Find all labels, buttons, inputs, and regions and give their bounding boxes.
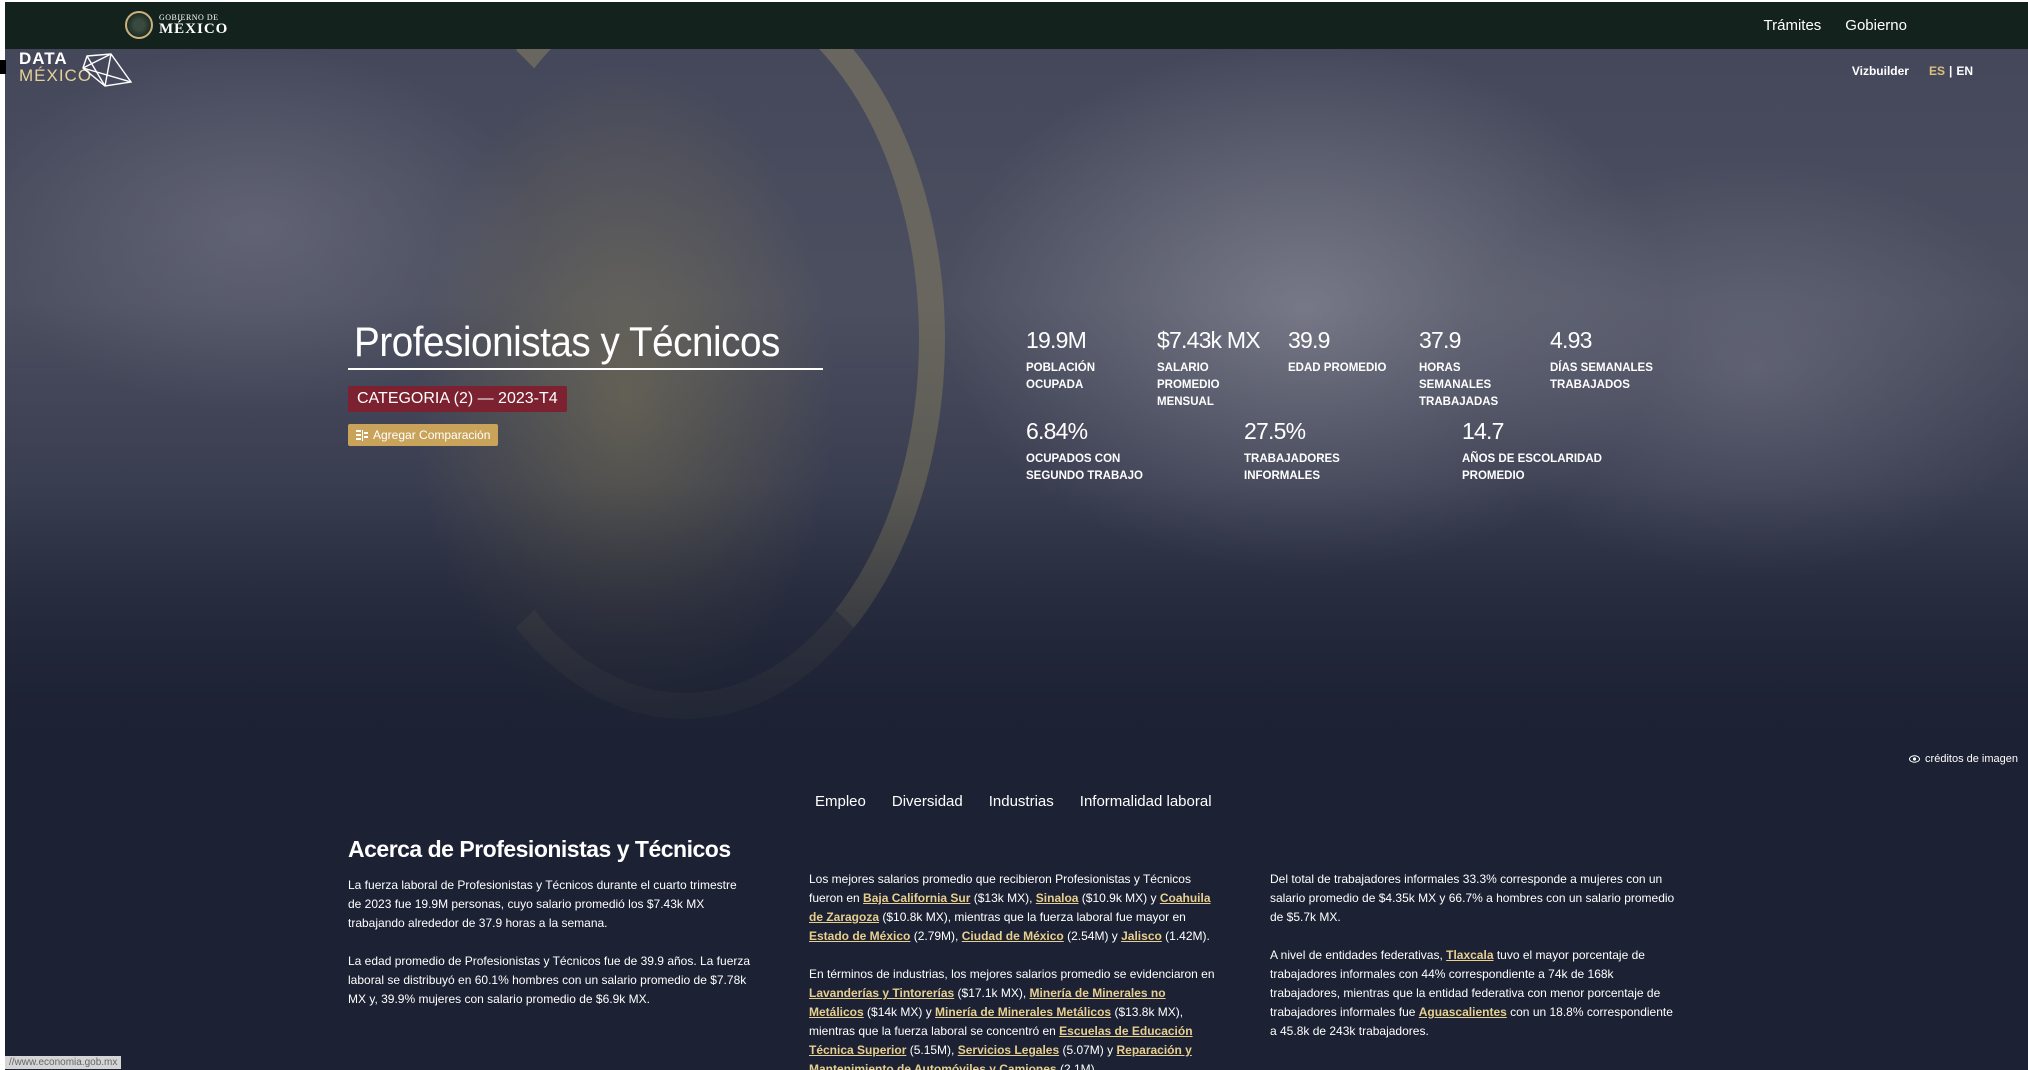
- stat-label: HORAS SEMANALES TRABAJADAS: [1419, 362, 1499, 408]
- text: (5.07M) y: [1059, 1043, 1117, 1057]
- text: (5.15M),: [906, 1043, 958, 1057]
- nav-tramites-link[interactable]: Trámites: [1764, 17, 1822, 34]
- stat-label: OCUPADOS CON SEGUNDO TRABAJO: [1026, 453, 1143, 482]
- about-column-1: La fuerza laboral de Profesionistas y Té…: [348, 876, 753, 1028]
- hero-overlay: [5, 49, 2028, 774]
- nav-gobierno-link[interactable]: Gobierno: [1845, 17, 1907, 34]
- vizbuilder-link[interactable]: Vizbuilder: [1852, 64, 1909, 78]
- profile-title-box: Profesionistas y Técnicos: [348, 318, 823, 370]
- stat-dias-semanales: 4.93 DÍAS SEMANALES TRABAJADOS: [1550, 327, 1660, 394]
- lang-en-link[interactable]: EN: [1956, 64, 1973, 78]
- tab-diversidad[interactable]: Diversidad: [892, 793, 963, 810]
- stat-horas-semanales: 37.9 HORAS SEMANALES TRABAJADAS: [1419, 327, 1509, 411]
- link-ciudad-de-mexico[interactable]: Ciudad de México: [962, 929, 1064, 943]
- link-sinaloa[interactable]: Sinaloa: [1036, 891, 1079, 905]
- government-nav: Trámites Gobierno: [1764, 17, 1908, 34]
- add-comparison-label: Agregar Comparación: [373, 428, 491, 442]
- text: A nivel de entidades federativas,: [1270, 948, 1447, 962]
- link-servicios-legales[interactable]: Servicios Legales: [958, 1043, 1059, 1057]
- profile-title: Profesionistas y Técnicos: [354, 318, 780, 365]
- link-aguascalientes[interactable]: Aguascalientes: [1419, 1005, 1507, 1019]
- text: ($10.8k MX), mientras que la fuerza labo…: [879, 910, 1186, 924]
- stat-value: 14.7: [1462, 418, 1504, 444]
- about-paragraph: A nivel de entidades federativas, Tlaxca…: [1270, 946, 1680, 1041]
- stat-trabajadores-informales: 27.5% TRABAJADORES INFORMALES: [1244, 418, 1364, 485]
- stat-value: 4.93: [1550, 327, 1592, 353]
- stat-value: 39.9: [1288, 327, 1330, 353]
- gobierno-de-mexico-logo[interactable]: GOBIERNO DE MÉXICO: [125, 11, 228, 39]
- link-lavanderias[interactable]: Lavanderías y Tintorerías: [809, 986, 954, 1000]
- tab-industrias[interactable]: Industrias: [989, 793, 1054, 810]
- stat-poblacion-ocupada: 19.9M POBLACIÓN OCUPADA: [1026, 327, 1116, 394]
- link-estado-de-mexico[interactable]: Estado de México: [809, 929, 910, 943]
- link-jalisco[interactable]: Jalisco: [1121, 929, 1162, 943]
- link-mineria-metalicos[interactable]: Minería de Minerales Metálicos: [935, 1005, 1111, 1019]
- compare-icon: [356, 429, 368, 441]
- text: ($17.1k MX),: [954, 986, 1030, 1000]
- hero-background-image: [5, 49, 2028, 774]
- lang-separator: |: [1948, 64, 1953, 78]
- tab-informalidad-laboral[interactable]: Informalidad laboral: [1080, 793, 1212, 810]
- about-paragraph: La fuerza laboral de Profesionistas y Té…: [348, 878, 737, 930]
- text: ($13k MX),: [970, 891, 1036, 905]
- stat-label: POBLACIÓN OCUPADA: [1026, 362, 1095, 391]
- logo-network-icon: [82, 53, 133, 87]
- national-emblem-icon: [125, 11, 153, 39]
- data-mexico-logo[interactable]: DATA MÉXICO: [19, 50, 133, 87]
- section-tabs: Empleo Diversidad Industrias Informalida…: [815, 793, 1212, 810]
- stat-value: 27.5%: [1244, 418, 1306, 444]
- stat-escolaridad: 14.7 AÑOS DE ESCOLARIDAD PROMEDIO: [1462, 418, 1612, 485]
- stat-value: $7.43k MX: [1157, 327, 1261, 353]
- text: (2.79M),: [910, 929, 962, 943]
- text: ($14k MX) y: [863, 1005, 936, 1019]
- edge-marker: [0, 60, 6, 74]
- stat-value: 37.9: [1419, 327, 1461, 353]
- about-paragraph: Del total de trabajadores informales 33.…: [1270, 872, 1675, 924]
- image-credits-label: créditos de imagen: [1925, 753, 2018, 765]
- eye-icon: [1909, 755, 1921, 763]
- about-paragraph: En términos de industrias, los mejores s…: [809, 965, 1219, 1070]
- lang-es-link[interactable]: ES: [1929, 64, 1945, 78]
- stat-edad-promedio: 39.9 EDAD PROMEDIO: [1288, 327, 1418, 377]
- about-paragraph: Los mejores salarios promedio que recibi…: [809, 870, 1219, 946]
- tab-empleo[interactable]: Empleo: [815, 793, 866, 810]
- category-badge: CATEGORIA (2) — 2023-T4: [348, 386, 567, 412]
- stat-value: 6.84%: [1026, 418, 1088, 444]
- text: En términos de industrias, los mejores s…: [809, 967, 1215, 981]
- government-topbar: GOBIERNO DE MÉXICO Trámites Gobierno: [5, 2, 2028, 49]
- about-column-3: Del total de trabajadores informales 33.…: [1270, 870, 1680, 1060]
- about-column-2: Los mejores salarios promedio que recibi…: [809, 870, 1219, 1070]
- text: (2.54M) y: [1063, 929, 1122, 943]
- add-comparison-button[interactable]: Agregar Comparación: [348, 424, 499, 446]
- stat-label: EDAD PROMEDIO: [1288, 362, 1387, 374]
- text: ($10.9k MX) y: [1078, 891, 1160, 905]
- stat-label: DÍAS SEMANALES TRABAJADOS: [1550, 362, 1653, 391]
- stat-segundo-trabajo: 6.84% OCUPADOS CON SEGUNDO TRABAJO: [1026, 418, 1146, 485]
- stat-label: TRABAJADORES INFORMALES: [1244, 453, 1340, 482]
- about-heading: Acerca de Profesionistas y Técnicos: [348, 836, 731, 862]
- gov-logo-big-text: MÉXICO: [159, 20, 229, 37]
- header-links: Vizbuilder ES | EN: [1852, 64, 1973, 78]
- stat-value: 19.9M: [1026, 327, 1087, 353]
- link-tlaxcala[interactable]: Tlaxcala: [1446, 948, 1493, 962]
- stat-label: AÑOS DE ESCOLARIDAD PROMEDIO: [1462, 453, 1602, 482]
- image-credits-link[interactable]: créditos de imagen: [1909, 753, 2018, 765]
- text: (2.1M): [1056, 1062, 1095, 1070]
- about-paragraph: La edad promedio de Profesionistas y Téc…: [348, 954, 751, 1006]
- link-baja-california-sur[interactable]: Baja California Sur: [863, 891, 970, 905]
- language-switch: ES | EN: [1929, 64, 1973, 78]
- stat-label: SALARIO PROMEDIO MENSUAL: [1157, 362, 1220, 408]
- browser-status-url: //www.economia.gob.mx: [5, 1056, 122, 1069]
- stat-salario-promedio: $7.43k MX SALARIO PROMEDIO MENSUAL: [1157, 327, 1261, 411]
- text: (1.42M).: [1161, 929, 1210, 943]
